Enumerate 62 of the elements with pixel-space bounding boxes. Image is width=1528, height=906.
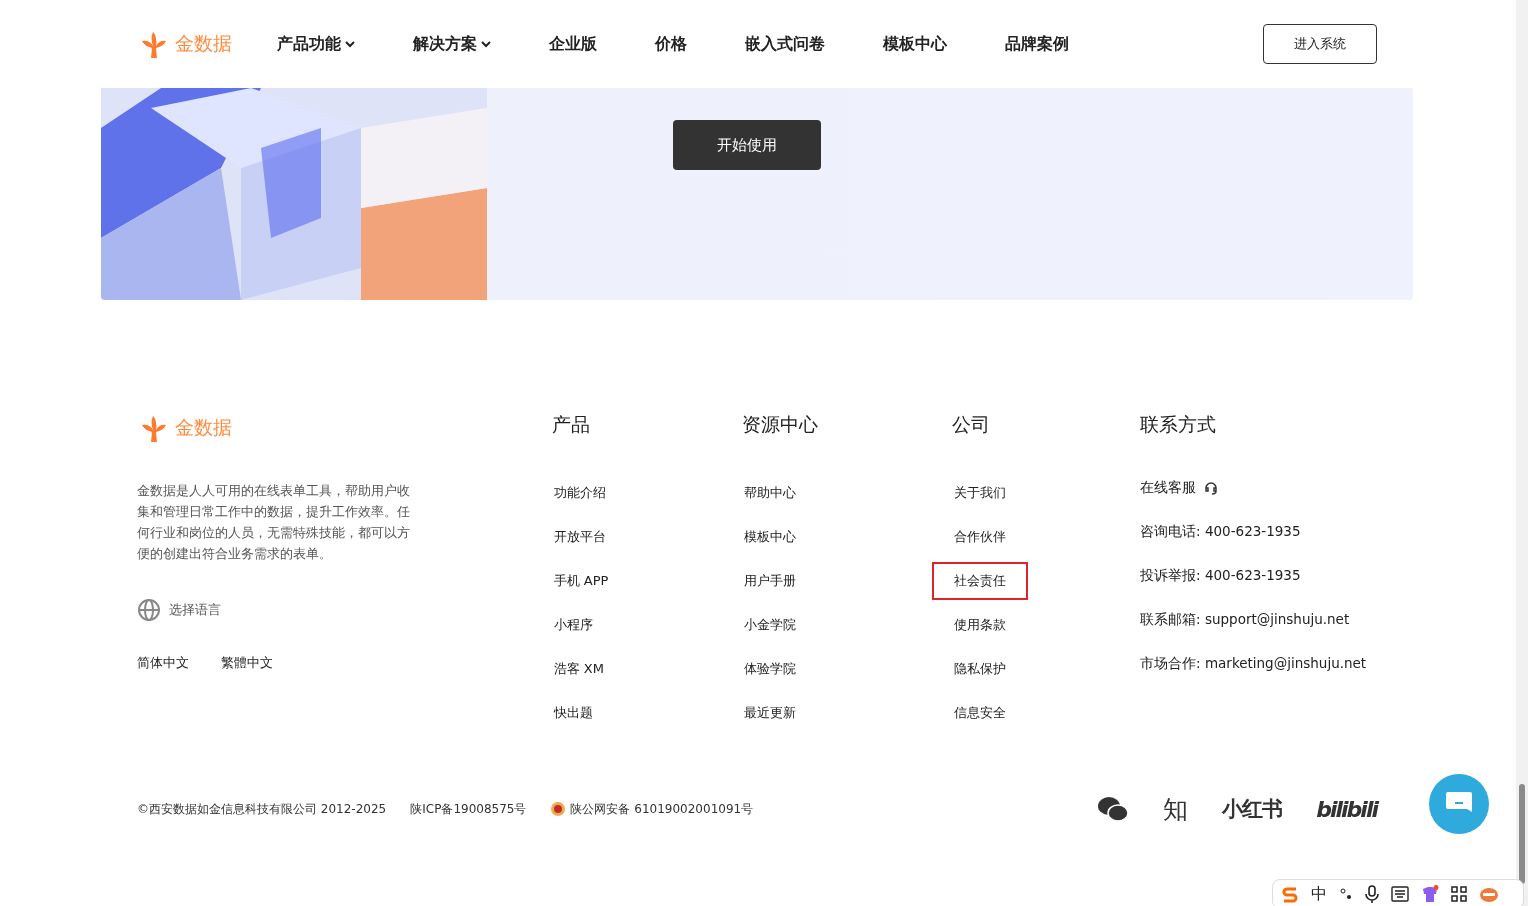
start-button[interactable]: 开始使用 — [673, 120, 821, 170]
globe-icon — [137, 598, 161, 622]
nav-link[interactable]: 解决方案 — [413, 33, 491, 55]
brand-name: 金数据 — [175, 415, 232, 440]
language-link[interactable]: 繁體中文 — [221, 654, 273, 672]
enter-system-button[interactable]: 进入系统 — [1263, 24, 1377, 64]
nav-link[interactable]: 嵌入式问卷 — [745, 33, 825, 55]
nav-link[interactable]: 模板中心 — [883, 33, 947, 55]
social-link[interactable]: 知 — [1163, 792, 1189, 826]
chevron-down-icon — [481, 40, 491, 48]
social-link[interactable]: bilibili — [1316, 796, 1377, 822]
column-title: 联系方式 — [1140, 412, 1218, 437]
chat-bubbles-icon[interactable] — [1097, 795, 1130, 823]
footer-link[interactable]: 用户手册 — [722, 562, 819, 600]
icp-link[interactable]: 陕ICP备19008575号 — [410, 800, 527, 818]
footer-link[interactable]: 信息安全 — [932, 694, 1029, 732]
police-badge-icon — [550, 801, 567, 817]
police-record-link[interactable]: 陕公网安备 61019002001091号 — [570, 800, 754, 818]
footer-link[interactable]: 最近更新 — [722, 694, 819, 732]
s-logo-icon[interactable] — [1281, 885, 1299, 903]
chat-button[interactable] — [1429, 774, 1489, 834]
social-link[interactable]: 小红书 — [1222, 795, 1283, 823]
contact-info: 联系邮箱: support@jinshuju.net — [1140, 611, 1350, 629]
headset-icon — [1204, 481, 1219, 495]
footer-link[interactable]: 小程序 — [531, 606, 615, 644]
footer-link[interactable]: 使用条款 — [932, 606, 1029, 644]
footer-link[interactable]: 合作伙伴 — [932, 518, 1029, 556]
description: 金数据是人人可用的在线表单工具，帮助用户收集和管理日常工作中的数据，提升工作效率。任何行业和岗位的人员，无需特殊技能，都可以方便的创建出符合业务需求的表单。 — [137, 482, 411, 563]
copyright: ©西安数据如金信息科技有限公司 2012-2025 — [137, 800, 387, 818]
footer-link[interactable]: 开放平台 — [531, 518, 628, 556]
grid-icon[interactable] — [1451, 886, 1467, 902]
footer-link[interactable]: 模板中心 — [722, 518, 819, 556]
footer-link[interactable]: 手机 APP — [531, 562, 631, 600]
contact-info: 投诉举报: 400-623-1935 — [1140, 567, 1301, 585]
footer-link[interactable]: 社会责任 — [932, 562, 1029, 600]
language-label: 选择语言 — [169, 601, 221, 619]
footer-link[interactable]: 体验学院 — [722, 650, 819, 688]
footer-link[interactable]: 帮助中心 — [722, 474, 819, 512]
footer-link[interactable]: 小金学院 — [722, 606, 819, 644]
online-service-link[interactable]: 在线客服 — [1140, 479, 1197, 497]
microphone-icon[interactable] — [1365, 885, 1379, 903]
footer-link[interactable]: 快出题 — [531, 694, 615, 732]
nav-link[interactable]: 品牌案例 — [1005, 33, 1069, 55]
punctuation-icon[interactable] — [1339, 886, 1353, 902]
scrollbar[interactable] — [1516, 0, 1528, 906]
nav-link[interactable]: 价格 — [655, 33, 687, 55]
column-title: 资源中心 — [742, 412, 820, 437]
shirt-icon[interactable] — [1421, 885, 1439, 903]
column-title: 产品 — [551, 412, 591, 437]
chevron-down-icon — [345, 40, 355, 48]
keyboard-icon[interactable] — [1391, 886, 1409, 902]
footer-link[interactable]: 关于我们 — [932, 474, 1029, 512]
nav-link[interactable]: 产品功能 — [277, 33, 355, 55]
contact-info: 市场合作: marketing@jinshuju.net — [1140, 655, 1367, 673]
input-mode[interactable]: 中 — [1311, 883, 1327, 905]
footer-link[interactable]: 浩客 XM — [531, 650, 626, 688]
contact-info: 咨询电话: 400-623-1935 — [1140, 523, 1301, 541]
language-link[interactable]: 简体中文 — [137, 654, 189, 672]
footer-link[interactable]: 功能介绍 — [531, 474, 628, 512]
column-title: 公司 — [952, 412, 992, 437]
nav-link[interactable]: 企业版 — [549, 33, 597, 55]
footer-link[interactable]: 隐私保护 — [932, 650, 1029, 688]
